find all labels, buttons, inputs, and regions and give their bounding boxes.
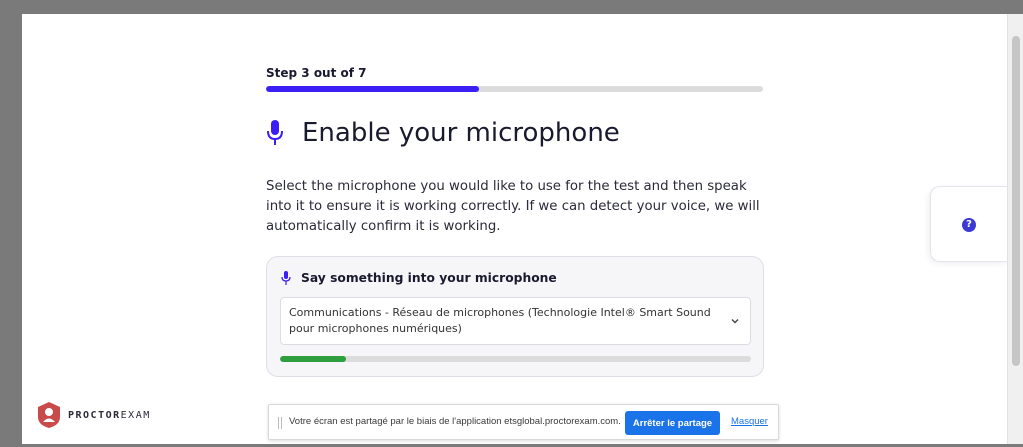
proctorexam-logo-icon [38,402,60,428]
hide-link[interactable]: Masquer [731,416,768,427]
instructions-text: Select the microphone you would like to … [266,179,760,234]
page-title: Enable your microphone [302,118,620,148]
microphone-test-card: Say something into your microphone Commu… [266,256,764,377]
screen-share-bar: Votre écran est partagé par le biais de … [268,404,779,440]
audio-level-fill [280,356,346,362]
help-panel-tab[interactable]: ? [930,186,1007,262]
card-title: Say something into your microphone [301,271,557,285]
step-progress-bar [266,86,763,92]
drag-handle-icon[interactable] [278,417,282,429]
step-indicator: Step 3 out of 7 [266,66,367,80]
chevron-down-icon [731,319,739,324]
screen-share-message: Votre écran est partagé par le biais de … [289,416,621,427]
help-icon[interactable]: ? [962,218,976,232]
stop-sharing-button[interactable]: Arrêter le partage [625,411,720,435]
audio-level-meter [280,356,751,362]
scrollbar[interactable] [1007,14,1023,444]
microphone-icon [267,120,283,145]
scrollbar-thumb[interactable] [1012,36,1020,366]
card-header: Say something into your microphone [281,271,557,285]
brand-name: PROCTOREXAM [68,409,151,421]
brand-logo: PROCTOREXAM [36,401,151,429]
browser-viewport: Step 3 out of 7 Enable your microphone S… [22,14,1007,444]
page-heading: Enable your microphone [266,118,620,148]
microphone-select[interactable]: Communications - Réseau de microphones (… [280,297,751,345]
microphone-icon [281,271,291,285]
microphone-select-value: Communications - Réseau de microphones (… [289,306,711,335]
step-progress-fill [266,86,479,92]
